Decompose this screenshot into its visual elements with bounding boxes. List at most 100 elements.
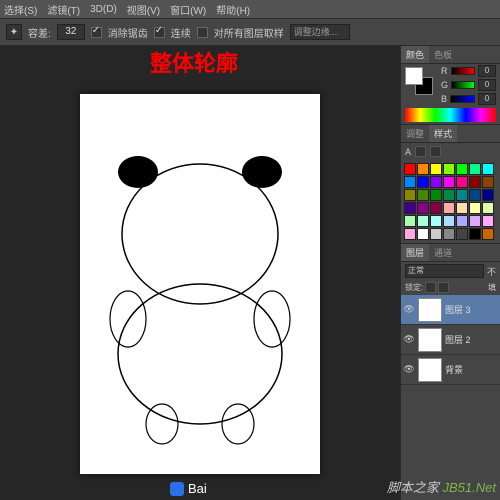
swatch[interactable] [430, 189, 442, 201]
visibility-icon[interactable]: 👁 [403, 364, 415, 376]
tab-swatch-alt[interactable]: 色板 [429, 46, 457, 63]
swatch[interactable] [469, 176, 481, 188]
antialias-checkbox[interactable] [91, 27, 102, 38]
swatch[interactable] [469, 202, 481, 214]
right-panels: 颜色 色板 R0 G0 B0 调整 样式 A [400, 46, 500, 500]
swatch[interactable] [404, 189, 416, 201]
swatch[interactable] [482, 228, 494, 240]
swatch[interactable] [482, 189, 494, 201]
tab-channels[interactable]: 通道 [429, 244, 457, 261]
swatch[interactable] [417, 176, 429, 188]
menu-filter[interactable]: 滤镜(T) [47, 2, 80, 17]
menu-view[interactable]: 视图(V) [127, 2, 160, 17]
swatch[interactable] [443, 215, 455, 227]
swatch[interactable] [443, 189, 455, 201]
style-icon[interactable] [430, 146, 441, 157]
swatch[interactable] [456, 202, 468, 214]
swatch[interactable] [404, 228, 416, 240]
swatch[interactable] [430, 215, 442, 227]
layer-name[interactable]: 图层 3 [445, 303, 498, 316]
swatch[interactable] [443, 202, 455, 214]
g-slider[interactable] [451, 81, 475, 89]
r-value[interactable]: 0 [478, 65, 496, 77]
swatch[interactable] [430, 163, 442, 175]
layer-name[interactable]: 图层 2 [445, 333, 498, 346]
swatch[interactable] [404, 215, 416, 227]
swatch[interactable] [443, 163, 455, 175]
swatch[interactable] [404, 176, 416, 188]
menu-help[interactable]: 帮助(H) [216, 2, 250, 17]
swatch[interactable] [443, 228, 455, 240]
r-label: R [441, 66, 448, 76]
refine-edge-dropdown[interactable]: 调整边缘... [290, 24, 350, 40]
fill-label: 填 [488, 282, 496, 293]
swatch[interactable] [482, 163, 494, 175]
swatch[interactable] [469, 215, 481, 227]
swatch[interactable] [456, 228, 468, 240]
swatch[interactable] [482, 202, 494, 214]
layer-name[interactable]: 背景 [445, 363, 498, 376]
tolerance-label: 容差: [28, 25, 51, 40]
baidu-logo-icon [170, 482, 184, 496]
foreground-color[interactable] [405, 67, 423, 85]
char-a-label: A [405, 147, 411, 157]
r-slider[interactable] [451, 67, 476, 75]
swatch[interactable] [443, 176, 455, 188]
swatch[interactable] [469, 228, 481, 240]
blend-mode-select[interactable]: 正常 [405, 264, 484, 278]
lock-pixels-icon[interactable] [425, 282, 436, 293]
swatch[interactable] [417, 202, 429, 214]
swatch[interactable] [417, 215, 429, 227]
b-value[interactable]: 0 [478, 93, 496, 105]
layer-row[interactable]: 👁 图层 3 [401, 295, 500, 325]
tolerance-input[interactable]: 32 [57, 24, 85, 40]
color-spectrum[interactable] [405, 108, 496, 122]
swatch[interactable] [417, 163, 429, 175]
swatch[interactable] [469, 189, 481, 201]
panda-outline-drawing [80, 94, 320, 474]
contiguous-checkbox[interactable] [154, 27, 165, 38]
swatch[interactable] [404, 202, 416, 214]
contiguous-label: 连续 [171, 25, 191, 40]
layer-row[interactable]: 👁 图层 2 [401, 325, 500, 355]
menu-3d[interactable]: 3D(D) [90, 4, 117, 15]
layer-thumbnail[interactable] [418, 298, 442, 322]
swatch[interactable] [456, 215, 468, 227]
visibility-icon[interactable]: 👁 [403, 334, 415, 346]
color-panel: 颜色 色板 R0 G0 B0 [401, 46, 500, 122]
tab-adjust[interactable]: 调整 [401, 125, 429, 142]
swatch[interactable] [482, 176, 494, 188]
swatch[interactable] [417, 189, 429, 201]
swatch[interactable] [417, 228, 429, 240]
layer-row[interactable]: 👁 背景 [401, 355, 500, 385]
g-value[interactable]: 0 [478, 79, 496, 91]
foreground-background-colors[interactable] [405, 67, 433, 95]
menu-bar: 选择(S) 滤镜(T) 3D(D) 视图(V) 窗口(W) 帮助(H) [0, 0, 500, 18]
lock-position-icon[interactable] [438, 282, 449, 293]
swatches-grid [401, 160, 500, 243]
swatch[interactable] [456, 163, 468, 175]
all-layers-checkbox[interactable] [197, 27, 208, 38]
swatch[interactable] [482, 215, 494, 227]
menu-window[interactable]: 窗口(W) [170, 2, 206, 17]
tab-layers[interactable]: 图层 [401, 244, 429, 261]
swatch[interactable] [404, 163, 416, 175]
layer-thumbnail[interactable] [418, 328, 442, 352]
menu-select[interactable]: 选择(S) [4, 2, 37, 17]
tab-color[interactable]: 颜色 [401, 46, 429, 63]
swatch[interactable] [430, 202, 442, 214]
canvas[interactable] [80, 94, 320, 474]
tab-styles[interactable]: 样式 [429, 125, 457, 142]
swatch[interactable] [430, 176, 442, 188]
swatch[interactable] [456, 189, 468, 201]
magic-wand-icon[interactable]: ✦ [6, 24, 22, 40]
annotation-title: 整体轮廓 [150, 46, 238, 78]
style-icon[interactable] [415, 146, 426, 157]
swatch[interactable] [430, 228, 442, 240]
antialias-label: 消除锯齿 [108, 25, 148, 40]
layer-thumbnail[interactable] [418, 358, 442, 382]
swatch[interactable] [469, 163, 481, 175]
swatch[interactable] [456, 176, 468, 188]
b-slider[interactable] [450, 95, 475, 103]
visibility-icon[interactable]: 👁 [403, 304, 415, 316]
